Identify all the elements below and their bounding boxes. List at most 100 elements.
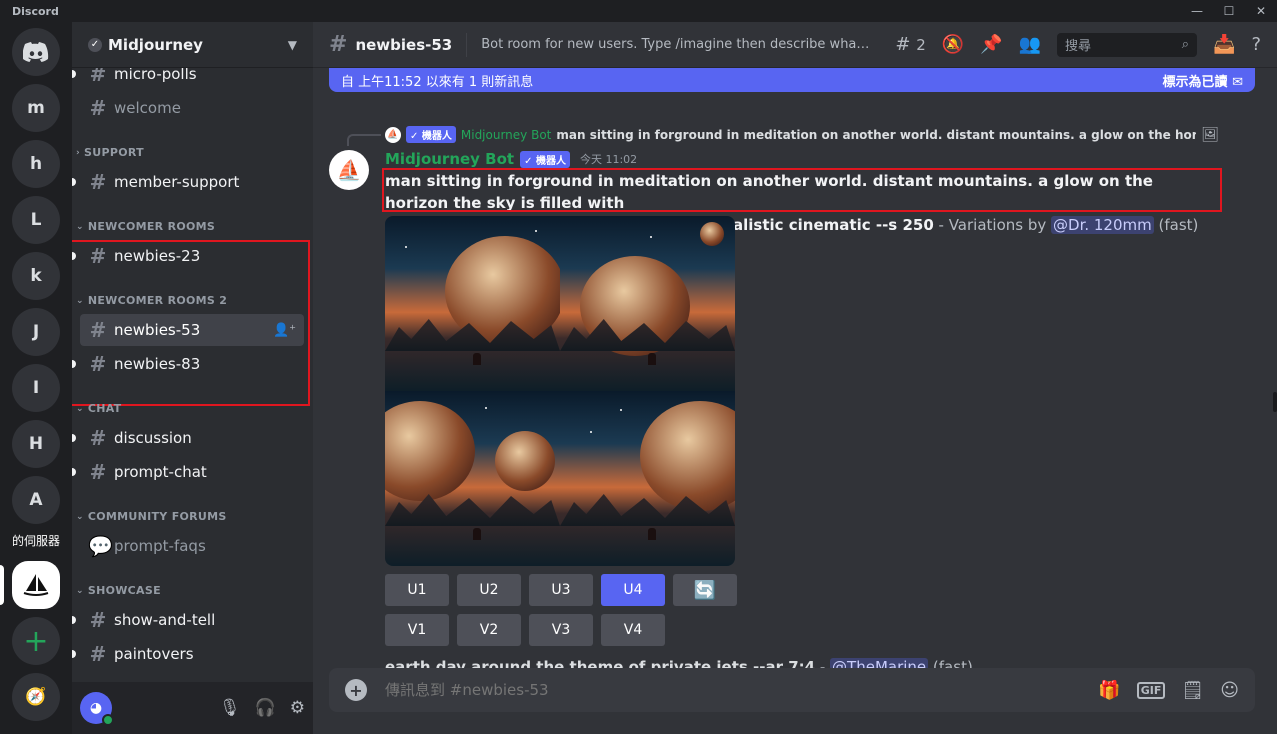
maximize-button[interactable]: ☐ xyxy=(1213,0,1245,22)
server-m[interactable]: m xyxy=(12,84,60,132)
threads-button[interactable]: # 2 xyxy=(895,34,925,55)
channel-sidebar: ✓ Midjourney ▼ # micro-polls # welcome › SUP… xyxy=(72,22,313,734)
channel-newbies-53[interactable]: # newbies-53 👤⁺ xyxy=(80,314,304,346)
add-server-button[interactable]: + xyxy=(12,617,60,665)
emoji-icon[interactable]: ☺ xyxy=(1220,680,1239,701)
image-grid[interactable] xyxy=(385,216,735,566)
server-A[interactable]: A xyxy=(12,476,60,524)
minimize-button[interactable]: — xyxy=(1181,0,1213,22)
reply-text[interactable]: man sitting in forground in meditation o… xyxy=(556,128,1196,142)
mute-bell-icon[interactable]: 🔕 xyxy=(942,34,964,55)
category-showcase[interactable]: ⌄ SHOWCASE xyxy=(76,584,161,597)
user-mention[interactable]: @Dr. 120mm xyxy=(1051,216,1154,234)
microphone-icon[interactable]: 🎙 xyxy=(219,698,241,718)
sticker-icon[interactable]: 🗒 xyxy=(1181,680,1204,701)
bot-badge: ✓ 機器人 xyxy=(406,126,456,143)
server-h[interactable]: h xyxy=(12,140,60,188)
generated-image[interactable] xyxy=(385,391,560,566)
author-name[interactable]: Midjourney Bot xyxy=(385,150,514,168)
server-J[interactable]: J xyxy=(12,308,60,356)
figure-shape xyxy=(472,353,481,365)
channel-list: # micro-polls # welcome › SUPPORT # member-s… xyxy=(72,68,313,668)
channel-prompt-chat[interactable]: # prompt-chat xyxy=(72,456,304,488)
server-I[interactable]: I xyxy=(12,364,60,412)
generated-image[interactable] xyxy=(560,216,735,391)
attach-plus-icon[interactable]: + xyxy=(345,679,367,701)
server-k[interactable]: k xyxy=(12,252,60,300)
channel-show-and-tell[interactable]: # show-and-tell xyxy=(72,604,304,636)
channel-topic[interactable]: Bot room for new users. Type /imagine th… xyxy=(481,37,871,52)
close-button[interactable]: ✕ xyxy=(1245,0,1277,22)
message-input[interactable] xyxy=(385,681,1099,699)
category-chat[interactable]: ⌄ CHAT xyxy=(76,402,122,415)
members-icon[interactable]: 👥 xyxy=(1019,34,1041,55)
v3-button[interactable]: V3 xyxy=(529,614,593,646)
u1-button[interactable]: U1 xyxy=(385,574,449,606)
inbox-icon[interactable]: 📥 xyxy=(1213,34,1235,55)
v1-button[interactable]: V1 xyxy=(385,614,449,646)
channel-discussion[interactable]: # discussion xyxy=(72,422,304,454)
app-name: Discord xyxy=(12,4,59,18)
category-newcomer-rooms-2[interactable]: ⌄ NEWCOMER ROOMS 2 xyxy=(76,294,227,307)
chevron-down-icon: ⌄ xyxy=(76,585,84,596)
gift-icon[interactable]: 🎁 xyxy=(1098,680,1120,701)
chevron-down-icon: ⌄ xyxy=(76,403,84,414)
forum-icon: 💬 xyxy=(88,534,113,558)
server-header[interactable]: ✓ Midjourney ▼ xyxy=(72,22,313,68)
reply-author[interactable]: Midjourney Bot xyxy=(461,128,552,142)
divider xyxy=(466,32,468,57)
category-newcomer-rooms[interactable]: ⌄ NEWCOMER ROOMS xyxy=(76,220,215,233)
channel-welcome[interactable]: # welcome xyxy=(80,92,304,124)
v4-button[interactable]: V4 xyxy=(601,614,665,646)
channel-header: # newbies-53 Bot room for new users. Type… xyxy=(313,22,1277,68)
gif-icon[interactable]: GIF xyxy=(1136,681,1166,699)
server-H[interactable]: H xyxy=(12,420,60,468)
channel-paintovers[interactable]: # paintovers xyxy=(72,638,304,668)
server-midjourney[interactable] xyxy=(0,561,60,609)
category-support[interactable]: › SUPPORT xyxy=(76,146,144,159)
unread-indicator xyxy=(72,468,76,476)
v2-button[interactable]: V2 xyxy=(457,614,521,646)
channel-newbies-83[interactable]: # newbies-83 xyxy=(72,348,304,380)
generated-image[interactable] xyxy=(385,216,560,391)
add-member-icon[interactable]: 👤⁺ xyxy=(273,323,296,338)
reply-context[interactable]: ⛵ ✓ 機器人 Midjourney Bot man sitting in fo… xyxy=(347,126,1219,146)
channel-member-support[interactable]: # member-support xyxy=(72,166,304,198)
upscale-buttons: U1 U2 U3 U4 🔄 xyxy=(385,574,737,606)
server-folder-label[interactable]: 的伺服器 xyxy=(0,532,72,549)
channel-label: welcome xyxy=(114,99,181,117)
search-input[interactable]: 搜尋 ⌕ xyxy=(1057,32,1198,57)
u4-button[interactable]: U4 xyxy=(601,574,665,606)
mark-read-label: 標示為已讀 xyxy=(1162,74,1228,90)
new-messages-banner[interactable]: 自 上午11:52 以來有 1 則新訊息 標示為已讀 ✉ xyxy=(329,68,1255,92)
selected-indicator xyxy=(0,565,4,605)
category-label: COMMUNITY FORUMS xyxy=(87,510,227,523)
channel-in-the-world[interactable]: #in-the-world xyxy=(80,666,304,668)
title-bar: Discord — ☐ ✕ xyxy=(0,0,1277,22)
mark-read-button[interactable]: 標示為已讀 ✉ xyxy=(1163,71,1243,90)
avatar[interactable]: ◕ xyxy=(80,692,114,726)
reroll-button[interactable]: 🔄 xyxy=(673,574,737,606)
verified-icon: ✓ xyxy=(88,37,102,52)
explore-button[interactable]: 🧭 xyxy=(12,673,60,721)
refresh-icon: 🔄 xyxy=(693,579,717,601)
category-community-forums[interactable]: ⌄ COMMUNITY FORUMS xyxy=(76,510,227,523)
channel-prompt-faqs[interactable]: 💬 prompt-faqs xyxy=(80,530,304,562)
help-icon[interactable]: ? xyxy=(1251,34,1261,55)
gear-icon[interactable]: ⚙ xyxy=(290,698,305,718)
server-L[interactable]: L xyxy=(12,196,60,244)
u2-button[interactable]: U2 xyxy=(457,574,521,606)
search-icon: ⌕ xyxy=(1181,37,1190,52)
avatar[interactable]: ⛵ xyxy=(329,150,369,190)
home-button[interactable] xyxy=(12,28,60,76)
channel-micro-polls[interactable]: # micro-polls xyxy=(72,68,304,90)
planet-shape xyxy=(640,401,735,511)
channel-newbies-23[interactable]: # newbies-23 xyxy=(72,240,304,272)
generated-image[interactable] xyxy=(560,391,735,566)
u3-button[interactable]: U3 xyxy=(529,574,593,606)
headphones-icon[interactable]: 🎧 xyxy=(255,698,276,718)
unread-indicator xyxy=(72,70,76,78)
figure-shape xyxy=(472,528,481,540)
scrollbar[interactable] xyxy=(1273,392,1277,412)
pin-icon[interactable]: 📌 xyxy=(980,34,1002,55)
